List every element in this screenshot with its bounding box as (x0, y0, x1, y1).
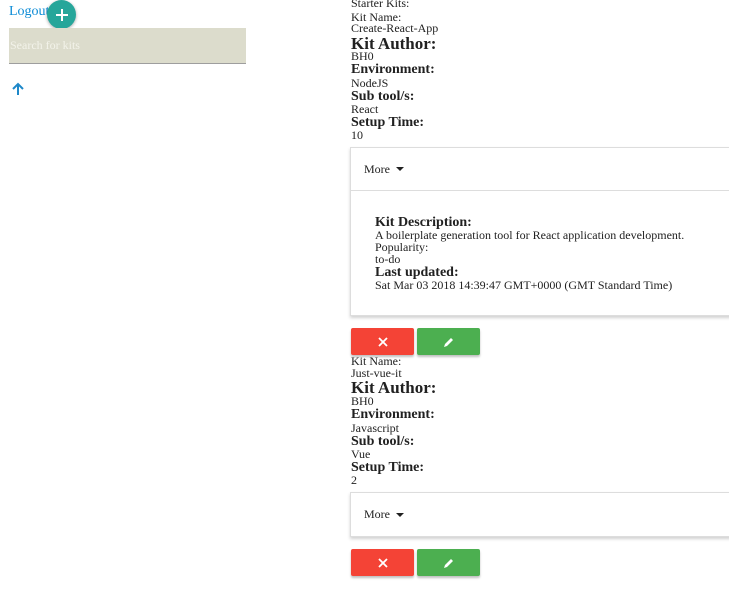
environment-value: NodeJS (351, 76, 389, 90)
section-title: Starter Kits: (351, 0, 410, 10)
more-toggle[interactable]: More (351, 148, 729, 191)
last-updated-value: Sat Mar 03 2018 14:39:47 GMT+0000 (GMT S… (375, 278, 673, 292)
setup-time-value: 10 (351, 128, 363, 142)
delete-kit-button[interactable] (351, 328, 414, 355)
caret-down-icon (396, 167, 404, 171)
arrow-up-icon[interactable] (10, 81, 26, 97)
environment-value: Javascript (351, 421, 399, 435)
more-label: More (364, 507, 390, 521)
kit-details-collapsible: More (350, 492, 729, 537)
add-kit-button[interactable] (47, 0, 76, 29)
close-icon (377, 336, 388, 347)
kit-author-value: BH0 (351, 49, 374, 63)
environment-label: Environment: (351, 62, 435, 77)
logout-link[interactable]: Logout (9, 4, 49, 20)
more-toggle[interactable]: More (351, 493, 729, 536)
edit-kit-button[interactable] (417, 328, 480, 355)
pencil-icon (443, 558, 453, 568)
more-label: More (364, 161, 390, 176)
delete-kit-button[interactable] (351, 549, 414, 576)
kit-name-value: Create-React-App (351, 21, 439, 35)
plus-icon (55, 8, 68, 21)
close-icon (377, 557, 388, 568)
kit-details-collapsible: More Kit Description: A boilerplate gene… (350, 147, 729, 316)
kit-author-value: BH0 (351, 394, 374, 408)
sub-tools-value: Vue (351, 447, 371, 461)
setup-time-value: 2 (351, 473, 357, 487)
caret-down-icon (396, 512, 404, 517)
search-input[interactable] (9, 28, 246, 64)
popularity-value: to-do (375, 252, 401, 266)
setup-time-label: Setup Time: (351, 460, 424, 475)
sub-tools-value: React (351, 102, 379, 116)
pencil-icon (443, 337, 453, 347)
environment-label: Environment: (351, 407, 435, 422)
edit-kit-button[interactable] (417, 549, 480, 576)
